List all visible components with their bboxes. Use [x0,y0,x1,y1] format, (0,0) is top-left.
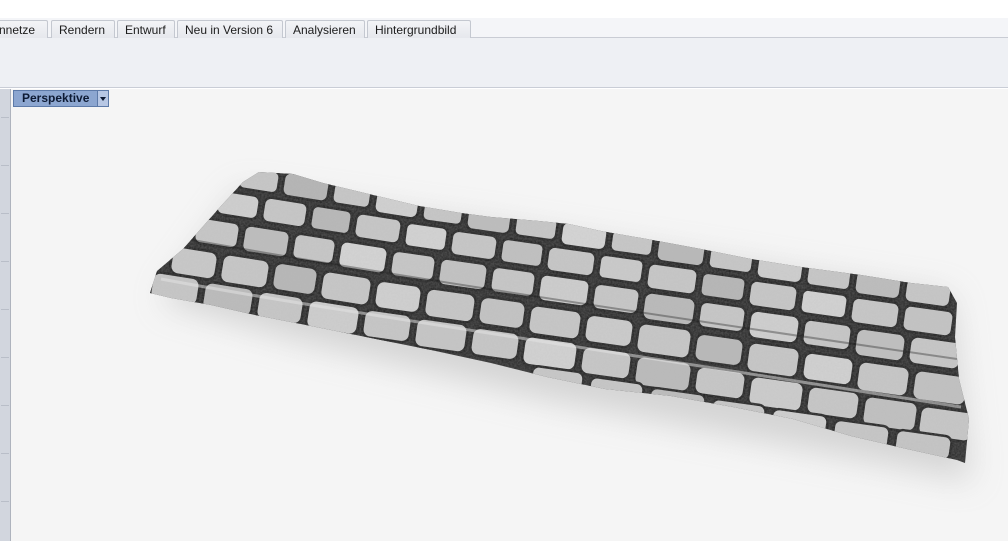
tab-rendern[interactable]: Rendern [51,20,115,39]
rail-separator [1,165,9,166]
rail-separator [1,357,9,358]
tab-entwurf[interactable]: Entwurf [117,20,175,39]
ribbon-tab-bar: nnetze Rendern Entwurf Neu in Version 6 … [0,18,1008,39]
tab-label: Neu in Version 6 [185,23,274,37]
perspective-viewport[interactable]: Perspektive [11,89,1008,541]
viewport-menu-button[interactable] [97,91,108,106]
tab-hintergrundbild[interactable]: Hintergrundbild [367,20,471,39]
rail-separator [1,213,9,214]
tab-analysieren[interactable]: Analysieren [285,20,365,39]
rail-separator [1,309,9,310]
rail-separator [1,261,9,262]
window-top-strip [0,0,1008,18]
rail-separator [1,117,9,118]
chevron-down-icon [100,96,106,101]
rail-separator [1,501,9,502]
viewport-title-tab[interactable]: Perspektive [13,90,109,107]
tab-label: nnetze [0,23,36,37]
viewport-title: Perspektive [22,91,90,105]
tab-neu-in-version-6[interactable]: Neu in Version 6 [177,20,283,39]
tab-label: Entwurf [125,23,166,37]
rail-separator [1,405,9,406]
ribbon-panel [0,38,1008,88]
rail-separator [1,453,9,454]
tab-label: Hintergrundbild [375,23,457,37]
cobblestone-surface-render [150,172,971,481]
tab-netze[interactable]: nnetze [0,20,48,39]
left-toolbar-rail[interactable] [0,89,11,541]
tab-label: Analysieren [293,23,356,37]
tab-label: Rendern [59,23,106,37]
